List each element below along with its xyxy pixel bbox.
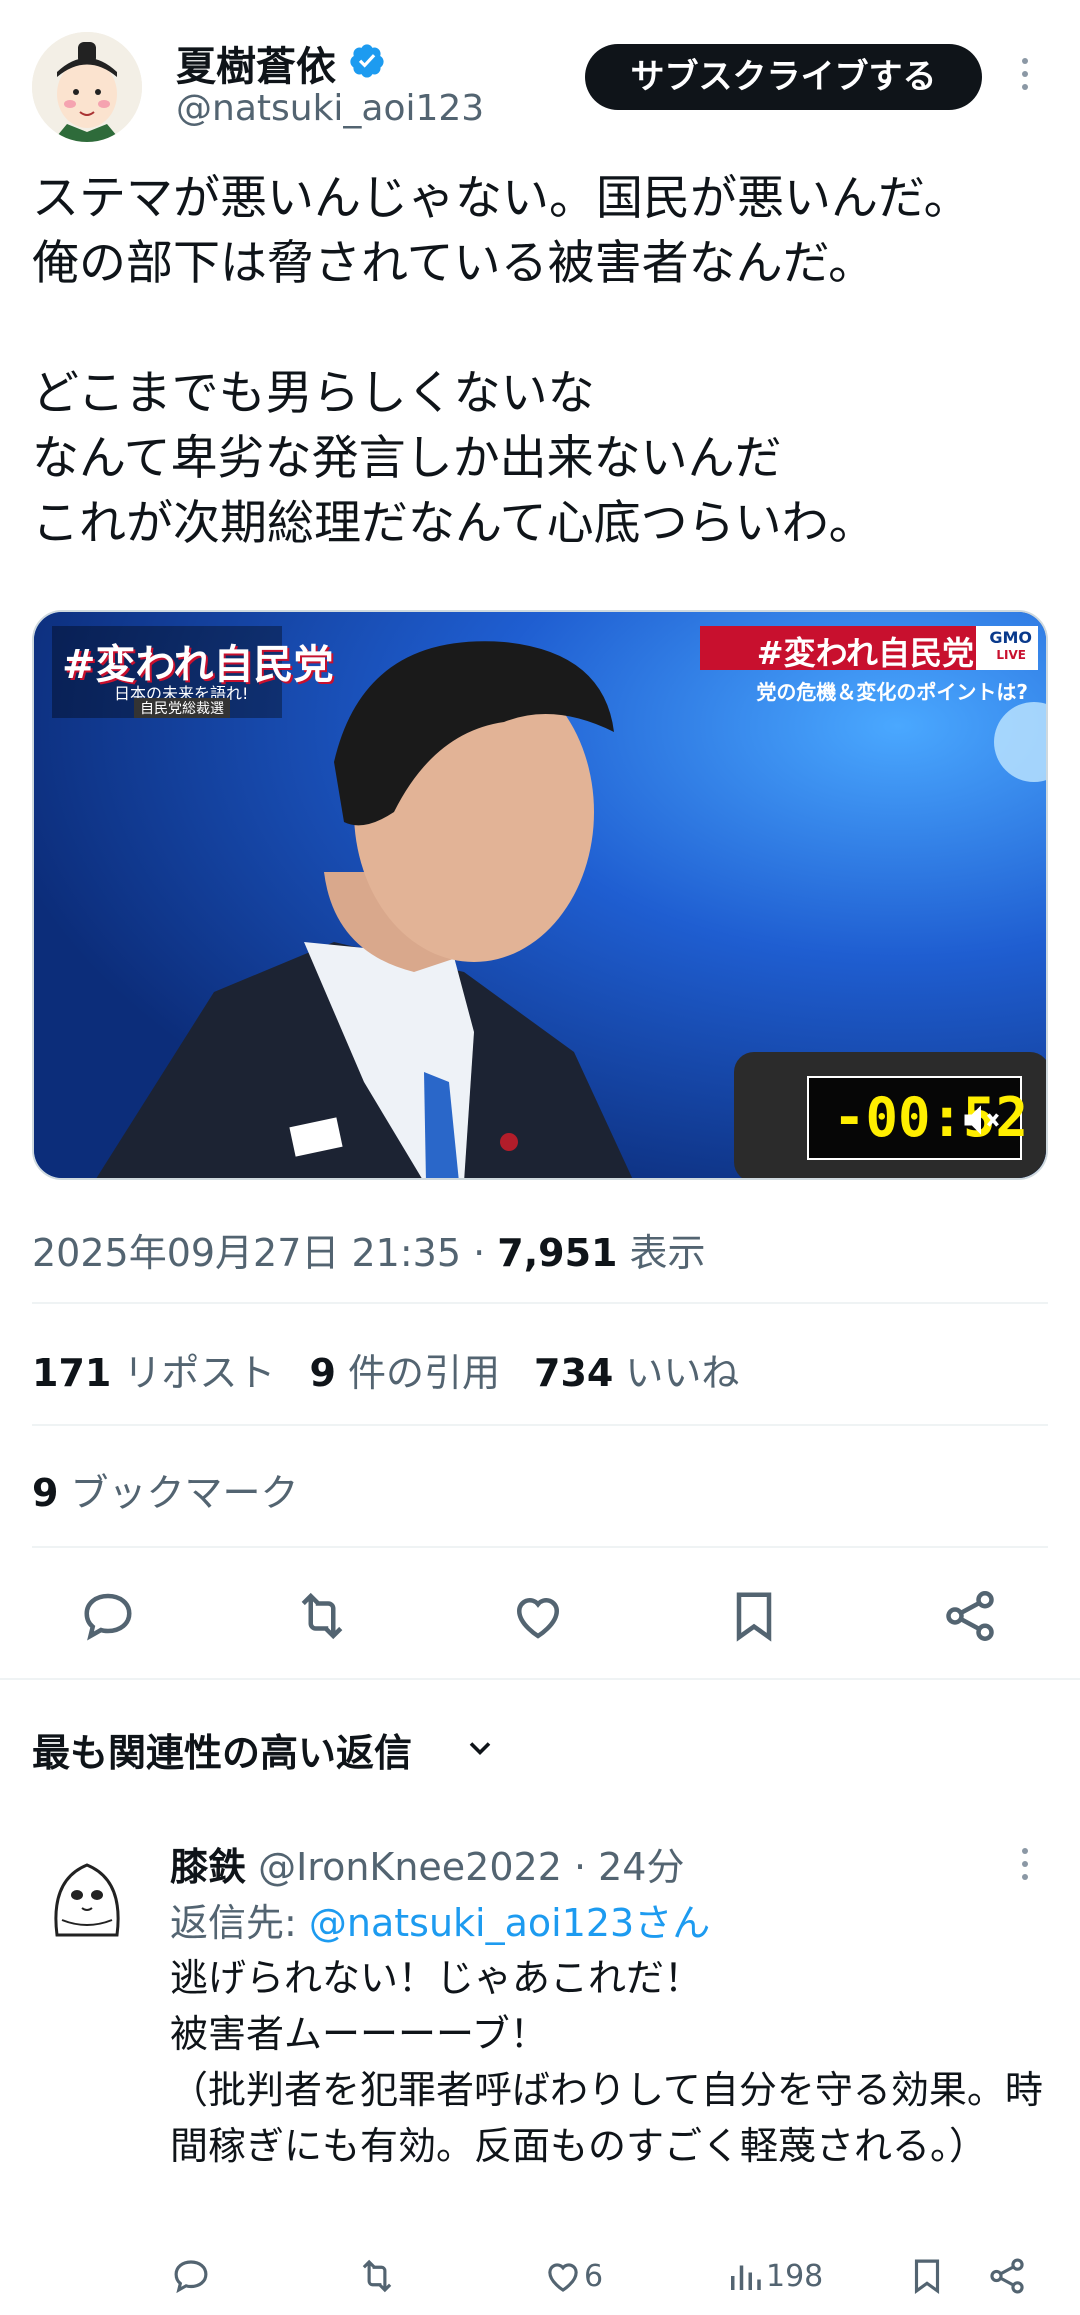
video-player[interactable]: #変われ自民党 日本の未来を語れ! 自民党総裁選 #変われ自民党 GMO LIV… [32,610,1048,1180]
reply-more-options-icon[interactable] [1010,1848,1040,1888]
share-icon[interactable] [940,1586,1000,1646]
reply-actions: 6 198 [150,2246,1050,2306]
tweet-meta: 2025年09月27日 21:35 · 7,951 表示 [32,1222,706,1277]
tweet-datetime[interactable]: 2025年09月27日 21:35 · [32,1231,497,1275]
reply-views-button[interactable]: 198 [724,2252,823,2300]
overlay-left-sub2: 自民党総裁選 [134,698,230,718]
reply-icon[interactable] [78,1586,138,1646]
reply-share-icon[interactable] [986,2252,1028,2300]
section-divider [0,1678,1080,1680]
repost-icon[interactable] [292,1586,352,1646]
reply-like-count: 6 [584,2258,604,2294]
author-handle[interactable]: @natsuki_aoi123 [176,88,484,129]
reply-avatar[interactable] [32,1840,142,1950]
mute-icon[interactable] [958,1098,1004,1142]
reply-text: 逃げられない！じゃあこれだ！ 被害者ムーーーーブ！ （批判者を犯罪者呼ばわりして… [170,1956,1043,2168]
quotes-stat[interactable]: 9 件の引用 [309,1351,500,1395]
reply-view-count: 198 [766,2258,824,2294]
bookmarks-stat[interactable]: 9 ブックマーク [32,1462,299,1517]
views-icon [731,2265,761,2290]
overlay-right-title: #変われ自民党 [756,634,974,672]
reply-to-link[interactable]: @natsuki_aoi123さん [309,1901,710,1945]
reply-bookmark-icon[interactable] [906,2252,948,2300]
reply-handle-time[interactable]: @IronKnee2022 · 24分 [246,1845,684,1889]
reply-author-name[interactable]: 膝鉄 [170,1845,246,1889]
divider [32,1424,1048,1426]
tweet-text: ステマが悪いんじゃない。国民が悪いんだ。 俺の部下は脅されている被害者なんだ。 … [32,171,971,551]
tweet-header: 夏樹蒼依 @natsuki_aoi123 サブスクライブする [0,0,1080,150]
gmo-live-text: LIVE [996,648,1026,662]
verified-badge-icon [350,44,384,78]
heart-icon [548,2263,578,2292]
overlay-right-sub: 党の危機＆変化のポイントは? [756,680,1028,704]
reply-repost-icon[interactable] [356,2252,398,2300]
reply-sort-label[interactable]: 最も関連性の高い返信 [32,1722,412,1777]
likes-stat[interactable]: 734 いいね [534,1351,739,1395]
views-count: 7,951 [497,1231,618,1275]
divider [32,1546,1048,1548]
more-options-icon[interactable] [1010,58,1040,98]
gmo-logo-text: GMO [989,628,1032,647]
reposts-stat[interactable]: 171 リポスト [32,1351,275,1395]
views-label: 表示 [617,1231,706,1275]
author-avatar[interactable] [32,32,142,142]
author-name[interactable]: 夏樹蒼依 [176,34,336,92]
chevron-down-icon[interactable] [462,1730,498,1766]
engagement-stats: 171 リポスト 9 件の引用 734 いいね [32,1342,739,1397]
tweet-actions [0,1570,1080,1660]
reply-header: 膝鉄 @IronKnee2022 · 24分 [170,1836,684,1891]
subscribe-button[interactable]: サブスクライブする [585,44,982,110]
bookmark-icon[interactable] [724,1586,784,1646]
reply-like-button[interactable]: 6 [542,2252,603,2300]
reply-to-line: 返信先: @natsuki_aoi123さん [170,1901,711,1945]
reply-reply-icon[interactable] [170,2252,212,2300]
divider [32,1302,1048,1304]
like-icon[interactable] [508,1586,568,1646]
